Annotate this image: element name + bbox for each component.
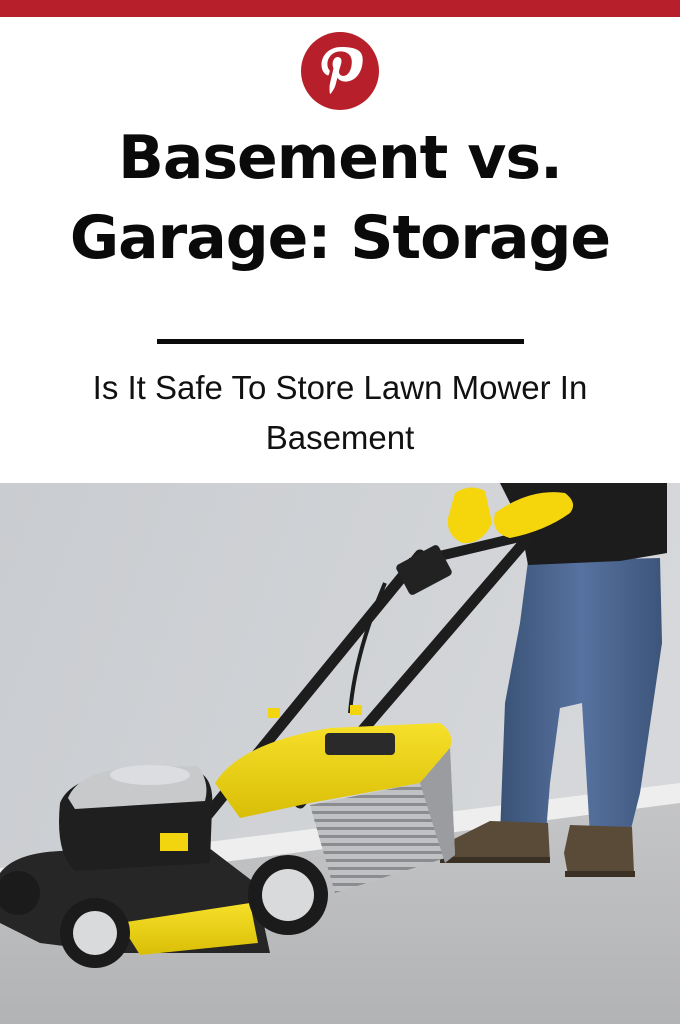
lawn-mower-photo <box>0 483 680 1024</box>
pinterest-logo-icon[interactable] <box>301 32 379 110</box>
divider-rule <box>157 339 524 344</box>
headline-line-2: Garage: Storage <box>69 203 611 273</box>
top-accent-bar <box>0 0 680 17</box>
headline: Basement vs. Garage: Storage <box>0 118 680 278</box>
subtitle: Is It Safe To Store Lawn Mower In Baseme… <box>92 369 588 456</box>
headline-line-1: Basement vs. <box>118 123 563 193</box>
